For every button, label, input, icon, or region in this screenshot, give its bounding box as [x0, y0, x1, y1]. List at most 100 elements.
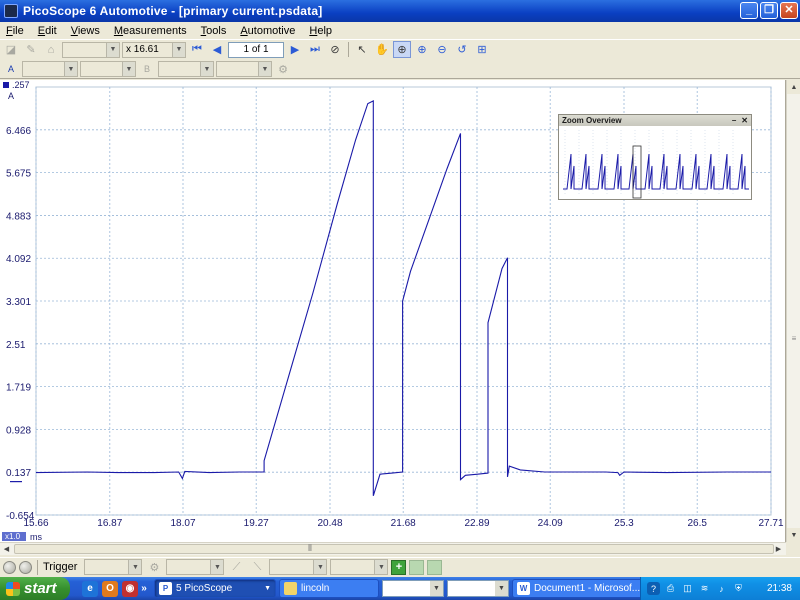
- home-icon[interactable]: ⌂: [42, 41, 60, 58]
- start-label: start: [24, 580, 57, 597]
- menu-tools[interactable]: Tools: [201, 25, 227, 37]
- channel-a-icon[interactable]: A: [2, 61, 20, 78]
- trigger-settings-icon[interactable]: ⚙: [145, 559, 163, 576]
- channel-b-range-select[interactable]: ▼: [158, 61, 214, 77]
- trigger-label: Trigger: [43, 561, 78, 573]
- zoom-area-icon[interactable]: ⊕: [393, 41, 411, 58]
- x-tick-label: 18.07: [170, 518, 195, 529]
- scroll-down-button[interactable]: ▼: [787, 528, 800, 542]
- channel-options-icon[interactable]: ⚙: [274, 61, 292, 78]
- scope-mode-icon[interactable]: ◪: [2, 41, 20, 58]
- word-task-icon: W: [517, 582, 530, 595]
- scroll-left-button[interactable]: ◀: [0, 543, 13, 555]
- add-measurement-button[interactable]: +: [391, 559, 407, 575]
- zoom-factor-select[interactable]: x 16.61 ▼: [122, 41, 186, 58]
- y-tick-label: -0.654: [6, 511, 35, 522]
- x-tick-label: 20.48: [317, 518, 342, 529]
- main-toolbar: ◪ ✎ ⌂ ▼ x 16.61 ▼ ⏮ ◀ 1 of 1 ▶ ⏭ ⊘ ↖ ✋ ⊕ …: [0, 39, 800, 59]
- zoom-overview-viewport: [632, 145, 642, 199]
- minimize-button[interactable]: _: [740, 2, 758, 19]
- scroll-grip-icon[interactable]: ≡: [790, 334, 798, 344]
- windows-flag-icon: [6, 581, 20, 596]
- trigger-level-select[interactable]: ▼: [269, 559, 328, 575]
- vertical-scrollbar[interactable]: ▲ ≡ ▼: [786, 80, 800, 542]
- maximize-button[interactable]: ❐: [760, 2, 778, 19]
- pointer-tool-icon[interactable]: ↖: [353, 41, 371, 58]
- zoom-overview-pin-button[interactable]: –: [732, 116, 736, 125]
- stop-button[interactable]: [19, 560, 32, 574]
- quicklaunch-more-icon[interactable]: »: [140, 581, 148, 597]
- previous-page-icon[interactable]: ◀: [208, 41, 226, 58]
- system-tray: ? ⎙ ◫ ≋ ♪ ⛨ 21:38: [640, 577, 800, 600]
- menu-measurements[interactable]: Measurements: [114, 25, 187, 37]
- task-picoscope-label: 5 PicoScope: [176, 583, 233, 594]
- zoom-overview-plot[interactable]: [559, 126, 751, 199]
- scroll-right-button[interactable]: ▶: [772, 543, 785, 555]
- ie-quicklaunch-icon[interactable]: e: [82, 580, 98, 597]
- horizontal-scroll-thumb[interactable]: [14, 544, 774, 554]
- undo-zoom-icon[interactable]: ↺: [453, 41, 471, 58]
- y-tick-label: 4.092: [6, 254, 31, 265]
- trigger-channel-select[interactable]: ▼: [166, 559, 225, 575]
- x-tick-label: 22.89: [464, 518, 489, 529]
- taskbar-combo-2[interactable]: ▼: [447, 580, 509, 597]
- zoom-factor-value: x 16.61: [126, 44, 159, 55]
- picoscope-task-icon: P: [159, 582, 172, 595]
- zoom-in-icon[interactable]: ⊕: [413, 41, 431, 58]
- first-page-icon[interactable]: ⏮: [188, 41, 206, 58]
- y-tick-label: 5.675: [6, 169, 31, 180]
- menu-edit[interactable]: Edit: [38, 25, 57, 37]
- printer-tray-icon[interactable]: ⎙: [664, 582, 677, 595]
- help-tray-icon[interactable]: ?: [647, 582, 660, 595]
- hand-tool-icon[interactable]: ✋: [373, 41, 391, 58]
- task-word-label: Document1 - Microsof...: [534, 583, 641, 594]
- office-quicklaunch-icon[interactable]: O: [102, 580, 118, 597]
- x-tick-label: 26.5: [687, 518, 707, 529]
- taskbar-combo-1[interactable]: ▼: [382, 580, 444, 597]
- task-picoscope[interactable]: P 5 PicoScope ▼: [154, 579, 276, 598]
- trigger-position-select[interactable]: ▼: [330, 559, 389, 575]
- trigger-mode-select[interactable]: ▼: [84, 559, 143, 575]
- timebase-select[interactable]: ▼: [62, 41, 120, 58]
- y-unit-label: A: [8, 91, 14, 101]
- falling-edge-icon[interactable]: ⟍: [248, 559, 266, 576]
- scroll-up-button[interactable]: ▲: [787, 80, 800, 94]
- picoscope-app-icon[interactable]: [4, 4, 18, 18]
- zoom-overview-panel[interactable]: Zoom Overview – ✕: [558, 114, 752, 200]
- task-word-document[interactable]: W Document1 - Microsof...: [512, 579, 646, 598]
- compass-icon[interactable]: ⊘: [326, 41, 344, 58]
- volume-tray-icon[interactable]: ♪: [715, 582, 728, 595]
- zoom-out-icon[interactable]: ⊖: [433, 41, 451, 58]
- probe-icon[interactable]: ✎: [22, 41, 40, 58]
- windows-taskbar: start e O ◉ » P 5 PicoScope ▼ lincoln ▼ …: [0, 577, 800, 600]
- zoom-to-fit-icon[interactable]: ⊞: [473, 41, 491, 58]
- zoom-overview-close-button[interactable]: ✕: [741, 116, 748, 125]
- last-page-icon[interactable]: ⏭: [306, 41, 324, 58]
- picoscope-window: PicoScope 6 Automotive - [primary curren…: [0, 0, 800, 600]
- edit-measurement-button[interactable]: [409, 559, 425, 575]
- run-button[interactable]: [3, 560, 16, 574]
- zoom-overview-titlebar[interactable]: Zoom Overview – ✕: [559, 115, 751, 126]
- horizontal-grip-icon: ⦀: [308, 543, 312, 553]
- channel-a-range-select[interactable]: ▼: [22, 61, 78, 77]
- task-lincoln-folder[interactable]: lincoln: [279, 579, 379, 598]
- menu-automotive[interactable]: Automotive: [240, 25, 295, 37]
- security-tray-icon[interactable]: ⛨: [732, 582, 745, 595]
- wireless-tray-icon[interactable]: ≋: [698, 582, 711, 595]
- media-quicklaunch-icon[interactable]: ◉: [122, 580, 138, 597]
- channel-b-icon[interactable]: B: [138, 61, 156, 78]
- menu-help[interactable]: Help: [309, 25, 332, 37]
- menu-file[interactable]: File: [6, 25, 24, 37]
- close-button[interactable]: ✕: [780, 2, 798, 19]
- rising-edge-icon[interactable]: ⟋: [227, 559, 245, 576]
- channel-b-coupling-select[interactable]: ▼: [216, 61, 272, 77]
- start-button[interactable]: start: [0, 577, 70, 600]
- next-page-icon[interactable]: ▶: [286, 41, 304, 58]
- horizontal-scrollbar[interactable]: ◀ ⦀ ▶: [0, 542, 786, 555]
- title-bar[interactable]: PicoScope 6 Automotive - [primary curren…: [0, 0, 800, 22]
- page-indicator[interactable]: 1 of 1: [228, 41, 284, 58]
- network-tray-icon[interactable]: ◫: [681, 582, 694, 595]
- menu-views[interactable]: Views: [71, 25, 100, 37]
- delete-measurement-button[interactable]: [427, 559, 443, 575]
- channel-a-coupling-select[interactable]: ▼: [80, 61, 136, 77]
